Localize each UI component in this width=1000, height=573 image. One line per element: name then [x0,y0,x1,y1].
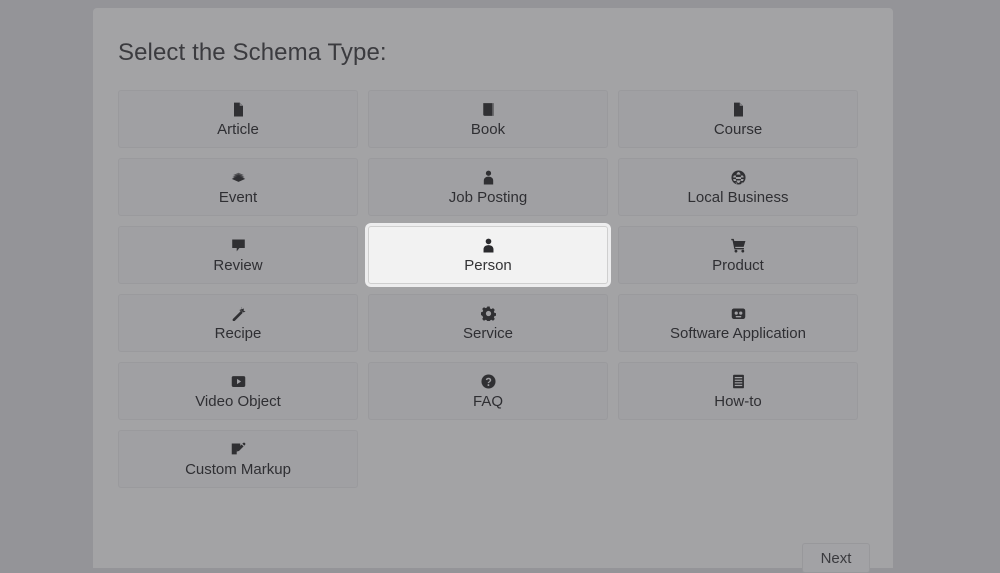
user-icon [481,238,496,254]
schema-type-label: Event [218,189,258,206]
schema-type-label: Local Business [687,189,789,206]
schema-selector-panel: Select the Schema Type: Article Book Cours… [93,8,893,573]
play-square-icon [231,374,246,390]
next-button[interactable]: Next [802,543,870,573]
shopping-cart-icon [730,238,746,254]
schema-type-label: Video Object [195,393,281,410]
schema-type-label: Product [712,257,764,274]
schema-type-grid: Article Book Course Event Job Posting Local B… [118,90,868,488]
globe-icon [730,170,746,186]
comment-icon [231,238,246,254]
schema-type-label: FAQ [472,393,503,410]
schema-type-label: Course [713,121,763,138]
schema-type-button[interactable]: How-to [618,362,858,420]
schema-type-button[interactable]: Review [118,226,358,284]
book-icon [481,102,496,118]
schema-type-label: How-to [714,393,762,410]
schema-type-label: Custom Markup [185,461,291,478]
schema-type-button[interactable]: Article [118,90,358,148]
schema-type-button[interactable]: FAQ [368,362,608,420]
app-root: Select the Schema Type: Article Book Cours… [0,0,1000,573]
page-title: Select the Schema Type: [118,39,387,66]
schema-type-button[interactable]: Video Object [118,362,358,420]
schema-type-button[interactable]: Course [618,90,858,148]
schema-type-label: Software Application [670,325,806,342]
schema-type-button[interactable]: Job Posting [368,158,608,216]
gear-icon [480,306,496,322]
file-icon [231,102,246,118]
schema-type-label: Recipe [214,325,262,342]
app-window-icon [731,306,746,322]
schema-type-button[interactable]: Service [368,294,608,352]
schema-type-button[interactable]: Person [368,226,608,284]
schema-type-label: Book [470,121,506,138]
pen-square-icon [231,442,246,458]
file-icon [731,102,746,118]
schema-type-label: Article [217,121,259,138]
schema-type-button[interactable]: Local Business [618,158,858,216]
schema-type-button[interactable]: Software Application [618,294,858,352]
carrot-icon [231,306,246,322]
schema-type-button[interactable]: Custom Markup [118,430,358,488]
question-circle-icon [480,374,496,390]
list-lines-icon [731,374,746,390]
schema-type-button[interactable]: Event [118,158,358,216]
schema-type-button[interactable]: Recipe [118,294,358,352]
schema-type-label: Service [462,325,514,342]
ticket-stack-icon [231,170,246,186]
user-tie-icon [481,170,496,186]
schema-type-label: Review [213,257,263,274]
schema-type-button[interactable]: Product [618,226,858,284]
panel-footer: Next [93,535,893,573]
schema-type-label: Job Posting [448,189,528,206]
schema-type-label: Person [464,257,512,274]
schema-type-button[interactable]: Book [368,90,608,148]
